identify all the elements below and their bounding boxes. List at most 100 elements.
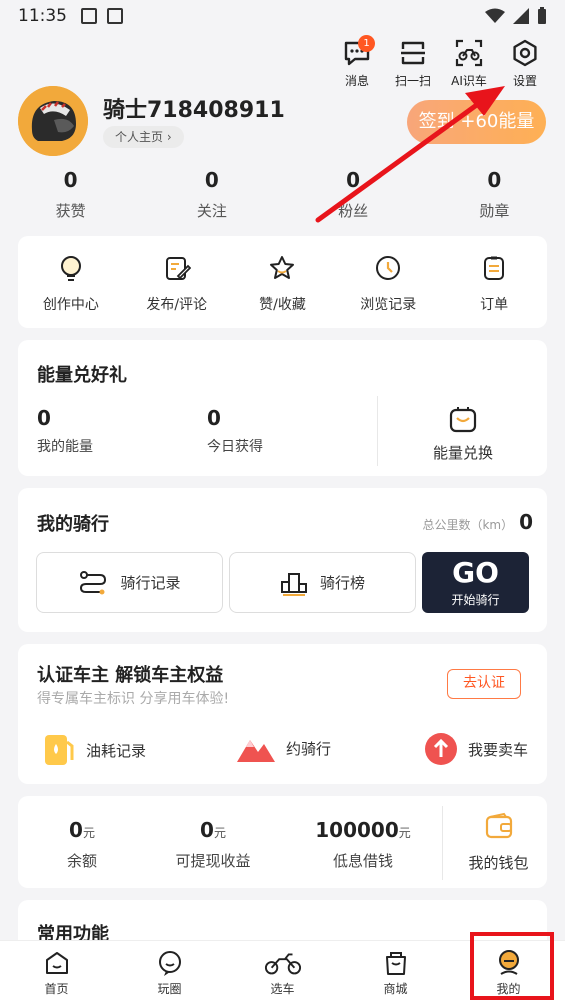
battery-icon <box>538 7 546 24</box>
riding-records-button[interactable]: 骑行记录 <box>36 552 223 613</box>
verify-button[interactable]: 去认证 <box>447 669 521 699</box>
stat-value: 0 <box>346 168 361 192</box>
stat-following[interactable]: 0 关注 <box>141 168 282 221</box>
quick-label: 浏览记录 <box>360 297 417 313</box>
motorcycle-icon <box>264 953 301 975</box>
my-energy-value: 0 <box>37 406 51 430</box>
today-energy[interactable]: 0 今日获得 <box>207 406 263 456</box>
owner-title: 认证车主 解锁车主权益 <box>37 665 224 686</box>
quick-actions-card: 创作中心 发布/评论 赞/收藏 浏览记录 订单 <box>18 236 547 328</box>
edit-icon <box>165 257 191 280</box>
total-km-value: 0 <box>519 510 533 534</box>
riding-rank-button[interactable]: 骑行榜 <box>229 552 416 613</box>
stat-label: 粉丝 <box>338 202 369 220</box>
nav-label: 玩圈 <box>157 982 182 996</box>
personal-home-label: 个人主页 <box>115 130 164 144</box>
clock-icon <box>376 256 401 280</box>
balance-value: 0 <box>69 818 83 842</box>
withdraw-unit: 元 <box>213 826 226 840</box>
ai-car-button[interactable]: AI识车 <box>441 38 497 89</box>
sell-car-button[interactable]: 我要卖车 <box>424 732 528 766</box>
nav-circle[interactable]: 玩圈 <box>113 941 226 1004</box>
nav-mall[interactable]: 商城 <box>339 941 452 1004</box>
owner-verify-card: 认证车主 解锁车主权益 得专属车主标识 分享用车体验! 去认证 油耗记录 约骑行… <box>18 644 547 784</box>
fuel-record-button[interactable]: 油耗记录 <box>42 732 146 768</box>
wallet-card: 0元 余额 0元 可提现收益 100000元 低息借钱 我的钱包 <box>18 796 547 888</box>
start-riding-button[interactable]: GO 开始骑行 <box>422 552 529 613</box>
status-bar: 11:35 <box>0 0 565 32</box>
profile-stats: 0 获赞 0 关注 0 粉丝 0 勋章 <box>0 168 565 221</box>
checkin-button[interactable]: 签到 +60能量 <box>407 100 546 144</box>
browse-history-button[interactable]: 浏览记录 <box>335 236 441 328</box>
gift-bag-icon <box>449 407 477 433</box>
avatar[interactable] <box>18 86 88 156</box>
wallet-icon <box>485 812 512 839</box>
loan-item[interactable]: 100000元 低息借钱 <box>298 818 428 871</box>
my-energy[interactable]: 0 我的能量 <box>37 406 93 456</box>
riding-card: 我的骑行 总公里数（km） 0 骑行记录 骑行榜 GO 开始骑行 <box>18 488 547 632</box>
divider <box>377 396 378 466</box>
highlight-box <box>470 932 554 1000</box>
top-actions: 1 消息 扫一扫 AI识车 设置 <box>329 35 553 89</box>
nav-label: 首页 <box>44 982 69 996</box>
route-icon <box>80 570 107 594</box>
nav-label: 选车 <box>270 982 295 996</box>
balance-label: 余额 <box>66 852 97 870</box>
message-label: 消息 <box>344 74 369 88</box>
quick-label: 订单 <box>480 297 509 313</box>
balance-item[interactable]: 0元余额 <box>32 818 132 871</box>
perk-label: 油耗记录 <box>86 741 147 760</box>
stat-value: 0 <box>487 168 502 192</box>
owner-subtitle: 得专属车主标识 分享用车体验! <box>37 691 230 707</box>
my-energy-label: 我的能量 <box>37 439 93 455</box>
quick-label: 创作中心 <box>42 297 99 313</box>
energy-exchange-button[interactable]: 能量兑换 <box>398 404 528 463</box>
username: 骑士718408911 <box>103 98 285 123</box>
nav-choose-car[interactable]: 选车 <box>226 941 339 1004</box>
creator-center-button[interactable]: 创作中心 <box>18 236 124 328</box>
start-riding-label: 开始骑行 <box>451 593 500 607</box>
stat-fans[interactable]: 0 粉丝 <box>283 168 424 221</box>
message-badge: 1 <box>358 35 375 52</box>
total-km: 总公里数（km） 0 <box>422 510 533 534</box>
home-icon <box>45 952 68 974</box>
stat-value: 0 <box>63 168 78 192</box>
scan-icon <box>401 41 425 65</box>
quick-label: 赞/收藏 <box>259 297 306 313</box>
today-energy-value: 0 <box>207 406 221 430</box>
group-ride-button[interactable]: 约骑行 <box>236 732 331 764</box>
perk-label: 我要卖车 <box>468 740 529 759</box>
stat-value: 0 <box>204 168 219 192</box>
my-wallet-button[interactable]: 我的钱包 <box>450 812 547 873</box>
stat-medals[interactable]: 0 勋章 <box>424 168 565 221</box>
settings-label: 设置 <box>512 74 537 88</box>
star-icon <box>270 256 295 279</box>
chat-bubble-icon <box>158 951 181 976</box>
riding-title: 我的骑行 <box>37 514 109 535</box>
gear-icon <box>513 39 537 67</box>
publish-comment-button[interactable]: 发布/评论 <box>124 236 230 328</box>
status-time: 11:35 <box>18 6 67 26</box>
energy-title: 能量兑好礼 <box>37 365 127 386</box>
settings-button[interactable]: 设置 <box>497 38 553 89</box>
personal-home-button[interactable]: 个人主页 › <box>103 126 184 148</box>
nav-home[interactable]: 首页 <box>0 941 113 1004</box>
quick-label: 发布/评论 <box>146 297 208 313</box>
fuel-icon <box>45 735 74 765</box>
withdraw-value: 0 <box>200 818 214 842</box>
loan-unit: 元 <box>398 826 411 840</box>
balance-unit: 元 <box>82 826 95 840</box>
message-button[interactable]: 1 消息 <box>329 35 385 89</box>
stat-label: 关注 <box>196 202 227 220</box>
helmet-avatar-icon <box>18 86 88 156</box>
withdraw-item[interactable]: 0元可提现收益 <box>148 818 278 871</box>
orders-button[interactable]: 订单 <box>441 236 547 328</box>
shopping-bag-icon <box>385 952 406 975</box>
chevron-right-icon: › <box>166 130 172 144</box>
likes-favorites-button[interactable]: 赞/收藏 <box>230 236 336 328</box>
stat-likes[interactable]: 0 获赞 <box>0 168 141 221</box>
withdraw-label: 可提现收益 <box>175 852 251 870</box>
scan-button[interactable]: 扫一扫 <box>385 38 441 89</box>
sell-up-icon <box>425 733 457 765</box>
riding-records-label: 骑行记录 <box>120 574 181 592</box>
